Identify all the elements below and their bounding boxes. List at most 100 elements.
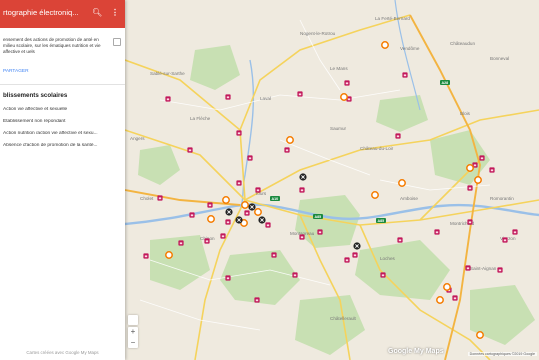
school-marker-icon[interactable] [297, 91, 303, 97]
place-label: Laval [260, 96, 271, 101]
school-marker-icon[interactable] [187, 147, 193, 153]
share-button[interactable]: PARTAGER [3, 69, 29, 74]
ring-marker-icon[interactable] [207, 215, 215, 223]
school-marker-icon[interactable] [397, 237, 403, 243]
ring-marker-icon[interactable] [241, 201, 249, 209]
place-label: La Flèche [190, 116, 211, 121]
more-options-icon[interactable]: ⋮ [111, 7, 119, 19]
place-label: Romorantin [490, 196, 514, 201]
maps-credit: Cartes créées avec Google My Maps [26, 350, 99, 355]
school-marker-icon[interactable] [165, 96, 171, 102]
layer-item[interactable]: Etablissement non répondant [3, 119, 121, 124]
cross-marker-icon[interactable] [258, 216, 266, 224]
school-marker-icon[interactable] [204, 238, 210, 244]
school-marker-icon[interactable] [497, 267, 503, 273]
school-marker-icon[interactable] [402, 72, 408, 78]
ring-marker-icon[interactable] [371, 191, 379, 199]
ring-marker-icon[interactable] [165, 251, 173, 259]
school-marker-icon[interactable] [434, 229, 440, 235]
layer-title[interactable]: blissements scolaires [3, 92, 67, 99]
map-title[interactable]: rtographie électroniq... [3, 8, 85, 17]
map-description: ensement des actions de promotion de ant… [3, 37, 101, 55]
school-marker-icon[interactable] [236, 130, 242, 136]
school-marker-icon[interactable] [247, 155, 253, 161]
school-marker-icon[interactable] [299, 187, 305, 193]
place-label: Le Mans [330, 66, 348, 71]
layer-item[interactable]: Absence d'action de promotion de la sant… [3, 143, 121, 148]
layer-item[interactable]: Action nutrition /action vie affective e… [3, 131, 121, 136]
school-marker-icon[interactable] [236, 180, 242, 186]
school-marker-icon[interactable] [220, 233, 226, 239]
place-label: Loches [380, 256, 396, 261]
place-label: Vierzon [500, 236, 516, 241]
ring-marker-icon[interactable] [381, 41, 389, 49]
school-marker-icon[interactable] [157, 195, 163, 201]
map-attribution: Données cartographiques ©2019 Google [467, 352, 537, 356]
cross-marker-icon[interactable] [353, 242, 361, 250]
school-marker-icon[interactable] [380, 272, 386, 278]
school-marker-icon[interactable] [207, 202, 213, 208]
school-marker-icon[interactable] [467, 219, 473, 225]
zoom-out-button[interactable]: − [128, 338, 138, 348]
school-marker-icon[interactable] [143, 253, 149, 259]
school-marker-icon[interactable] [317, 229, 323, 235]
cross-marker-icon[interactable] [299, 173, 307, 181]
school-marker-icon[interactable] [225, 94, 231, 100]
place-label: Amboise [400, 196, 418, 201]
place-label: Blois [460, 111, 471, 116]
ring-marker-icon[interactable] [254, 208, 262, 216]
school-marker-icon[interactable] [254, 297, 260, 303]
place-label: Saint-Aignan [470, 266, 497, 271]
school-marker-icon[interactable] [395, 133, 401, 139]
place-label: Nogent-le-Rotrou [300, 31, 336, 36]
ring-marker-icon[interactable] [286, 136, 294, 144]
ring-marker-icon[interactable] [222, 196, 230, 204]
place-label: Château-du-Loir [360, 146, 394, 151]
google-my-maps-logo: Google My Maps [388, 348, 444, 355]
school-marker-icon[interactable] [284, 147, 290, 153]
ring-marker-icon[interactable] [340, 93, 348, 101]
school-marker-icon[interactable] [452, 295, 458, 301]
school-marker-icon[interactable] [512, 229, 518, 235]
school-marker-icon[interactable] [489, 167, 495, 173]
school-marker-icon[interactable] [189, 212, 195, 218]
school-marker-icon[interactable] [225, 275, 231, 281]
layer-item[interactable]: Action vie affective et sexuelle [3, 107, 121, 112]
divider [0, 84, 125, 85]
svg-text:A28: A28 [442, 81, 449, 85]
collapse-description-button[interactable] [113, 38, 121, 46]
school-marker-icon[interactable] [502, 237, 508, 243]
school-marker-icon[interactable] [479, 155, 485, 161]
school-marker-icon[interactable] [344, 257, 350, 263]
school-marker-icon[interactable] [178, 240, 184, 246]
ring-marker-icon[interactable] [476, 331, 484, 339]
school-marker-icon[interactable] [265, 222, 271, 228]
map-compass-icon[interactable] [128, 315, 138, 325]
school-marker-icon[interactable] [352, 252, 358, 258]
school-marker-icon[interactable] [244, 210, 250, 216]
cross-marker-icon[interactable] [225, 208, 233, 216]
zoom-in-button[interactable]: + [128, 327, 138, 337]
place-label: La Ferté-Bernard [375, 16, 410, 21]
ring-marker-icon[interactable] [474, 176, 482, 184]
cross-marker-icon[interactable] [248, 203, 256, 211]
svg-text:A85: A85 [378, 219, 385, 223]
place-label: Cholet [140, 196, 154, 201]
school-marker-icon[interactable] [465, 265, 471, 271]
school-marker-icon[interactable] [255, 187, 261, 193]
place-label: Saumur [330, 126, 347, 131]
school-marker-icon[interactable] [299, 234, 305, 240]
school-marker-icon[interactable] [467, 185, 473, 191]
school-marker-icon[interactable] [225, 219, 231, 225]
school-marker-icon[interactable] [292, 272, 298, 278]
school-marker-icon[interactable] [271, 252, 277, 258]
side-panel: rtographie électroniq... 🔍︎ ⋮ ensement d… [0, 0, 125, 360]
cross-marker-icon[interactable] [235, 216, 243, 224]
ring-marker-icon[interactable] [443, 283, 451, 291]
school-marker-icon[interactable] [344, 80, 350, 86]
ring-marker-icon[interactable] [398, 179, 406, 187]
ring-marker-icon[interactable] [436, 296, 444, 304]
place-label: Sablé-sur-Sarthe [150, 71, 185, 76]
search-icon[interactable]: 🔍︎ [92, 7, 102, 19]
ring-marker-icon[interactable] [466, 164, 474, 172]
